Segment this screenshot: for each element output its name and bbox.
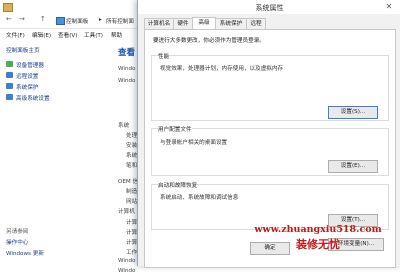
sidebar-item-device-manager[interactable]: 设备管理器 (16, 61, 44, 69)
group-title: 启动和故障恢复 (158, 181, 198, 189)
performance-settings-button[interactable]: 设置(S)... (328, 106, 378, 119)
close-icon[interactable]: ✕ (379, 1, 399, 13)
group-description: 系统启动、系统故障和调试信息 (160, 195, 239, 201)
tab-hardware[interactable]: 硬件 (173, 18, 193, 29)
watermark: www.zhuangxiu518.com 装修无忧 (236, 224, 400, 252)
admin-notice: 要进行大多数更改，你必须作为管理员登录。 (153, 38, 265, 44)
menu-view[interactable]: 查看(V) (58, 31, 77, 39)
user-profiles-group: 用户配置文件 与登录帐户相关的桌面设置 设置(E)... (151, 125, 389, 176)
menu-edit[interactable]: 编辑(E) (32, 31, 51, 39)
watermark-text: 装修无忧 (296, 238, 340, 251)
breadcrumb-separator: ▸ (99, 17, 102, 23)
shield-icon (6, 94, 13, 100)
shield-icon (6, 83, 13, 89)
breadcrumb-all-items[interactable]: 所有控制面 (106, 17, 134, 25)
windows-update-link[interactable]: Windows 更新 (6, 249, 44, 257)
sidebar-item-advanced-settings[interactable]: 高级系统设置 (16, 94, 50, 102)
group-description: 视觉效果，处理器计划，内存使用，以及虚拟内存 (160, 66, 284, 72)
sidebar-item-system-protection[interactable]: 系统保护 (16, 83, 38, 91)
tab-bar: 计算机名 硬件 高级 系统保护 远程 (144, 17, 394, 30)
sidebar: 控制面板主页 设备管理器 远程设置 系统保护 高级系统设置 另请参阅 操作中心 … (0, 40, 113, 266)
menu-tools[interactable]: 工具(T) (84, 31, 103, 39)
device-manager-icon (6, 61, 13, 67)
tab-computer-name[interactable]: 计算机名 (144, 18, 174, 29)
tab-system-protection[interactable]: 系统保护 (215, 18, 247, 29)
folder-icon (3, 3, 13, 12)
menu-help[interactable]: 帮助 (111, 31, 122, 39)
forward-arrow-icon[interactable]: → (19, 15, 25, 23)
menu-file[interactable]: 文件(F) (6, 31, 25, 39)
tab-remote[interactable]: 远程 (246, 18, 266, 29)
back-arrow-icon[interactable]: ← (6, 15, 12, 23)
group-title: 用户配置文件 (158, 125, 192, 133)
action-center-link[interactable]: 操作中心 (6, 238, 28, 246)
shield-icon (6, 72, 13, 78)
info-fragment: Windo (118, 268, 136, 274)
performance-group: 性能 视觉效果，处理器计划，内存使用，以及虚拟内存 设置(S)... (151, 52, 389, 121)
group-description: 与登录帐户相关的桌面设置 (160, 140, 228, 146)
control-panel-icon (56, 17, 65, 25)
dialog-title: 系统属性 (255, 4, 284, 12)
watermark-url: www.zhuangxiu518.com (254, 224, 382, 235)
see-also-label: 另请参阅 (6, 229, 29, 235)
up-arrow-icon[interactable]: ↑ (40, 15, 46, 23)
group-title: 性能 (158, 52, 170, 60)
user-profiles-settings-button[interactable]: 设置(E)... (328, 160, 378, 173)
dialog-titlebar: 系统属性 ✕ (138, 0, 400, 14)
breadcrumb-control-panel[interactable]: 控制面板 (66, 17, 88, 25)
sidebar-home-link[interactable]: 控制面板主页 (6, 46, 40, 54)
sidebar-item-remote-settings[interactable]: 远程设置 (16, 72, 38, 80)
